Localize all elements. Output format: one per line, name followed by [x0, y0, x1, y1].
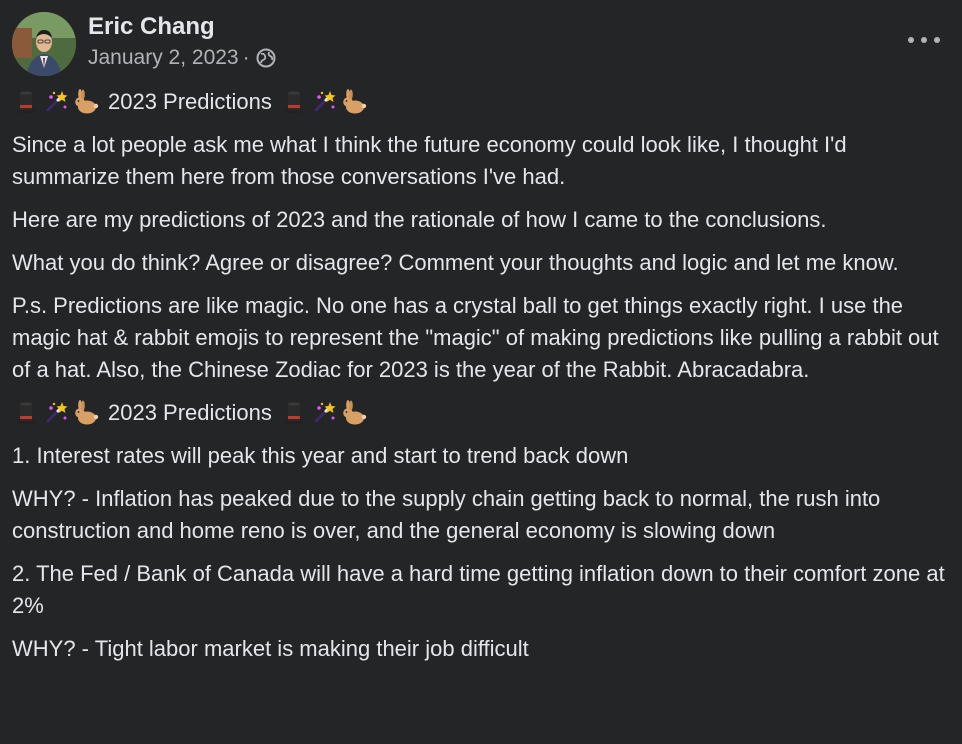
- facebook-post: Eric Chang January 2, 2023 · 2023 Predic…: [0, 0, 962, 744]
- globe-icon[interactable]: [256, 48, 276, 68]
- more-options-icon[interactable]: [908, 30, 940, 50]
- top-hat-emoji-icon: [280, 88, 308, 116]
- magic-wand-icon: [310, 88, 338, 116]
- rabbit-icon: [72, 399, 100, 427]
- top-hat-emoji-icon: [280, 399, 308, 427]
- magic-wand-icon: [310, 399, 338, 427]
- post-date[interactable]: January 2, 2023: [88, 44, 239, 72]
- emoji-group: [12, 399, 100, 427]
- meta-separator: ·: [242, 46, 250, 69]
- prediction-1: 1. Interest rates will peak this year an…: [12, 443, 629, 468]
- section-title: 2023 Predictions: [108, 400, 272, 425]
- top-hat-emoji-icon: [12, 399, 40, 427]
- post-title: 2023 Predictions: [108, 89, 272, 114]
- post-header: Eric Chang January 2, 2023 ·: [12, 12, 950, 76]
- rabbit-icon: [340, 399, 368, 427]
- emoji-group: [280, 88, 368, 116]
- paragraph-ps: P.s. Predictions are like magic. No one …: [12, 293, 939, 382]
- top-hat-emoji-icon: [12, 88, 40, 116]
- prediction-2: 2. The Fed / Bank of Canada will have a …: [12, 561, 945, 618]
- emoji-group: [12, 88, 100, 116]
- magic-wand-icon: [42, 399, 70, 427]
- rabbit-icon: [340, 88, 368, 116]
- author-avatar[interactable]: [12, 12, 76, 76]
- post-meta: January 2, 2023 ·: [88, 44, 276, 72]
- magic-wand-icon: [42, 88, 70, 116]
- section-title-line: 2023 Predictions: [12, 397, 956, 429]
- paragraph-question: What you do think? Agree or disagree? Co…: [12, 250, 899, 275]
- paragraph-predictions-intro: Here are my predictions of 2023 and the …: [12, 207, 827, 232]
- author-name[interactable]: Eric Chang: [88, 12, 215, 42]
- rabbit-icon: [72, 88, 100, 116]
- paragraph-intro: Since a lot people ask me what I think t…: [12, 132, 847, 189]
- post-body: 2023 Predictions Since a lot people ask …: [12, 86, 956, 676]
- emoji-group: [280, 399, 368, 427]
- prediction-2-why: WHY? - Tight labor market is making thei…: [12, 636, 529, 661]
- post-title-line: 2023 Predictions: [12, 86, 956, 118]
- prediction-1-why: WHY? - Inflation has peaked due to the s…: [12, 486, 881, 543]
